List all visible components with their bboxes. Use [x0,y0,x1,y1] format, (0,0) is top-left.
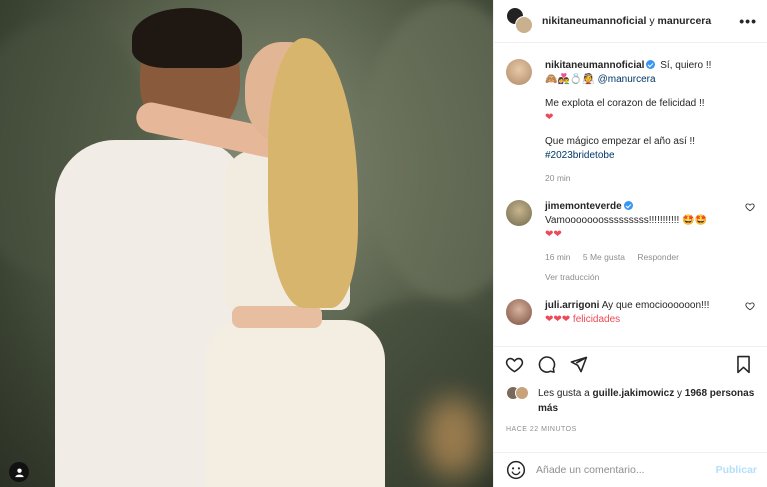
comment-input[interactable] [536,464,716,476]
comment-body: jimemonteverde Vamooooooosssssssss!!!!!!… [545,200,755,284]
candle-light [423,397,483,477]
comment-button[interactable] [536,355,556,375]
avatar [515,386,529,400]
avatar[interactable] [506,59,532,85]
comment-extra: ❤❤❤ felicidades [545,314,621,325]
bookmark-icon [736,355,750,374]
comment-text: Vamooooooosssssssss!!!!!!!!!!! [545,215,680,226]
post-header: nikitaneumannoficial y manurcera ••• [494,0,767,43]
avatar[interactable] [506,299,532,325]
publish-button[interactable]: Publicar [716,464,757,476]
author-link[interactable]: manurcera [658,15,712,27]
avatar[interactable] [506,200,532,226]
action-bar [494,346,767,382]
caption-text: Sí, quiero !! [660,60,712,71]
likes-prefix: Les gusta a [538,388,590,399]
comment-meta: 16 min 5 Me gusta Responder [545,250,741,264]
woman-waist [232,306,322,328]
hashtag-link[interactable]: #2023bridetobe [545,149,741,163]
like-comment-heart-icon[interactable] [745,301,755,311]
reply-button[interactable]: Responder [637,252,679,262]
man-hair [132,8,242,68]
caption-paragraph: Que mágico empezar el año así !! [545,136,696,147]
translation-link[interactable]: Ver traducción [545,270,741,284]
collab-avatars[interactable] [506,7,534,35]
author-conjunction: y [649,15,655,27]
more-options-icon[interactable]: ••• [739,13,757,29]
author-link[interactable]: nikitaneumannoficial [542,15,646,27]
caption-username[interactable]: nikitaneumannoficial [545,60,644,71]
post-side-panel: nikitaneumannoficial y manurcera ••• nik… [493,0,767,487]
comment: jimemonteverde Vamooooooosssssssss!!!!!!… [506,200,755,284]
emoji-icon[interactable] [506,460,526,480]
like-comment-heart-icon[interactable] [745,202,755,212]
post-timestamp[interactable]: HACE 22 MINUTOS [506,426,577,433]
avatar [515,16,533,34]
post-photo[interactable] [0,0,493,487]
send-icon [570,356,587,373]
save-button[interactable] [733,355,753,375]
heart-emojis: ❤❤ [545,229,562,240]
user-icon [14,467,24,477]
verified-icon [623,201,633,210]
caption-paragraph: Me explota el corazon de felicidad !! [545,98,705,109]
verified-icon [646,60,656,69]
likes-summary: Les gusta a guille.jakimowicz y 1968 per… [506,386,757,416]
caption-body: nikitaneumannoficial Sí, quiero !! 🙈👩‍❤️… [545,59,755,185]
caption-time: 20 min [545,173,571,183]
likes-conjunction: y [676,388,682,399]
share-button[interactable] [568,355,588,375]
comment: juli.arrigoni Ay que emocioooooon!!! ❤❤❤… [506,299,755,327]
mention-link[interactable]: @manurcera [598,74,656,85]
comment-emojis: 🤩🤩 [682,215,707,226]
post-authors: nikitaneumannoficial y manurcera [542,15,739,27]
comment-icon [538,356,555,373]
liker-avatars[interactable] [506,386,532,402]
comment-time: 16 min [545,252,571,262]
like-button[interactable] [504,355,524,375]
heart-icon [505,357,523,373]
caption: nikitaneumannoficial Sí, quiero !! 🙈👩‍❤️… [506,59,755,185]
add-comment-bar: Publicar [494,452,767,487]
likes-text: Les gusta a guille.jakimowicz y 1968 per… [538,386,757,416]
comments-section[interactable]: nikitaneumannoficial Sí, quiero !! 🙈👩‍❤️… [494,44,767,342]
heart-emoji: ❤ [545,112,554,123]
woman-skirt [205,320,385,487]
tagged-user-icon[interactable] [9,462,29,482]
caption-emojis: 🙈👩‍❤️‍👨💍👰 [545,74,595,85]
woman-hair [268,38,358,308]
comment-username[interactable]: juli.arrigoni [545,300,599,311]
comment-body: juli.arrigoni Ay que emocioooooon!!! ❤❤❤… [545,299,755,327]
liker-link[interactable]: guille.jakimowicz [593,388,675,399]
comment-text: Ay que emocioooooon!!! [601,300,710,311]
background-foliage [360,0,493,300]
comment-likes[interactable]: 5 Me gusta [583,252,625,262]
comment-username[interactable]: jimemonteverde [545,201,622,212]
